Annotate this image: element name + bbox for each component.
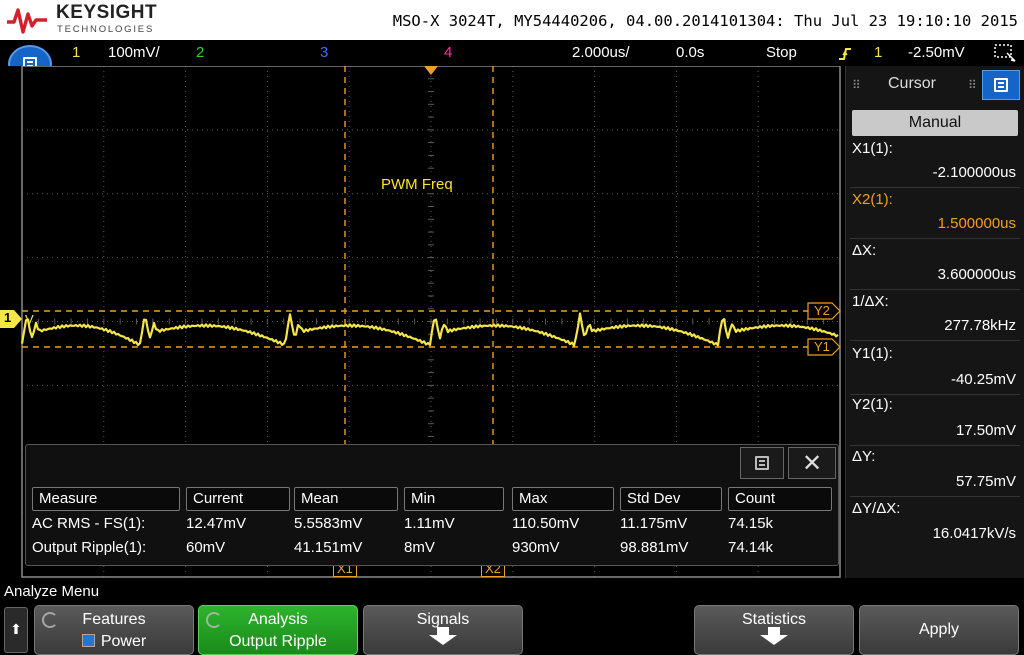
measurement-panel: ✕ Measure Current Mean Min Max Std Dev C… — [25, 444, 839, 566]
column-header-current: Current — [186, 487, 290, 511]
ch1-waveform-trace — [20, 312, 839, 347]
measure-std-dev: 11.175mV — [620, 515, 688, 532]
brand-name: KEYSIGHT — [56, 2, 158, 23]
cursor-panel-title: Cursor — [888, 75, 937, 92]
measure-max: 930mV — [512, 539, 560, 556]
divider — [850, 340, 1020, 341]
column-header-max: Max — [512, 487, 614, 511]
divider — [850, 289, 1020, 290]
ch1-marker-suffix: V — [25, 312, 34, 327]
timebase-scale[interactable]: 2.000us/ — [572, 44, 630, 61]
brand-subtitle: TECHNOLOGIES — [57, 24, 155, 35]
measure-count: 74.14k — [728, 539, 774, 556]
cursor-menu-button[interactable] — [982, 70, 1020, 100]
pwm-freq-annotation[interactable]: PWM Freq — [379, 176, 455, 193]
statistics-softkey[interactable]: Statistics — [694, 605, 854, 655]
measure-current: 12.47mV — [186, 515, 247, 532]
cursor-x2-value[interactable]: 1.500000us — [938, 215, 1016, 232]
cursor-slope-value: 16.0417kV/s — [932, 525, 1016, 542]
apply-softkey[interactable]: Apply — [859, 605, 1019, 655]
cursor-delta-x-label: ΔX: — [852, 242, 877, 259]
down-arrow-icon — [429, 627, 457, 645]
cursor-x1-label: X1(1): — [852, 140, 893, 157]
column-header-count: Count — [728, 487, 832, 511]
run-state[interactable]: Stop — [766, 44, 797, 61]
instrument-info: MSO-X 3024T, MY54440206, 04.00.201410130… — [392, 12, 1018, 30]
checkbox-icon — [81, 634, 95, 647]
cursor-delta-y-label: ΔY: — [852, 448, 876, 465]
cursor-y1-value[interactable]: -40.25mV — [951, 371, 1016, 388]
features-softkey[interactable]: Features Power — [34, 605, 194, 655]
softkey-label: Analysis — [248, 611, 308, 628]
screen-capture-icon[interactable] — [994, 44, 1018, 62]
features-value: Power — [100, 633, 147, 650]
time-delay[interactable]: 0.0s — [676, 44, 704, 61]
divider — [850, 187, 1020, 188]
drag-handle-icon[interactable]: ⠿ — [852, 78, 861, 92]
ch4-number[interactable]: 4 — [444, 44, 452, 61]
softkey-bar: ⬆ Features Power Analysis Output Ripple … — [0, 603, 1024, 655]
column-header-mean: Mean — [294, 487, 398, 511]
cursor-x2-label: X2(1): — [852, 191, 893, 208]
measure-name: Output Ripple(1): — [32, 539, 147, 556]
divider — [850, 238, 1020, 239]
title-bar: KEYSIGHT TECHNOLOGIES MSO-X 3024T, MY544… — [0, 0, 1024, 40]
cursor-y2-label: Y2(1): — [852, 396, 893, 413]
measure-current: 60mV — [186, 539, 226, 556]
divider — [850, 394, 1020, 395]
cursor-y1-label: Y1(1): — [852, 345, 893, 362]
drag-handle-icon[interactable]: ⠿ — [968, 78, 977, 92]
softkey-label: Features — [82, 611, 146, 628]
rising-edge-trigger-icon — [839, 48, 851, 60]
y2-cursor-tag[interactable]: Y2 — [811, 304, 833, 318]
signals-softkey[interactable]: Signals — [363, 605, 523, 655]
cursor-delta-y-value: 57.75mV — [955, 473, 1016, 490]
column-header-measure: Measure — [32, 487, 180, 511]
y1-cursor-tag[interactable]: Y1 — [811, 340, 833, 354]
trigger-level[interactable]: -2.50mV — [908, 44, 965, 61]
ch1-ground-marker[interactable]: 1 — [4, 310, 11, 325]
cursor-panel: ⠿ Cursor ⠿ Manual X1(1): -2.100000us X2(… — [845, 66, 1024, 578]
measure-name: AC RMS - FS(1): — [32, 515, 146, 532]
cursor-mode-button[interactable]: Manual — [852, 110, 1018, 136]
menu-icon — [994, 78, 1008, 92]
menu-title: Analyze Menu — [4, 583, 100, 600]
divider — [850, 496, 1020, 497]
status-bar: 1 100mV/ 2 3 4 2.000us/ 0.0s Stop 1 -2.5… — [0, 40, 1024, 66]
cursor-inv-delta-x-value: 277.78kHz — [944, 317, 1016, 334]
measure-count: 74.15k — [728, 515, 774, 532]
column-header-std-dev: Std Dev — [620, 487, 722, 511]
trigger-source[interactable]: 1 — [874, 44, 882, 61]
menu-back-icon[interactable]: ⬆ — [4, 607, 28, 653]
cursor-x1-value[interactable]: -2.100000us — [933, 164, 1016, 181]
cursor-y2-value[interactable]: 17.50mV — [956, 422, 1016, 439]
measure-mean: 5.5583mV — [294, 515, 363, 532]
keysight-logo-icon — [7, 8, 47, 34]
softkey-label: Apply — [918, 621, 960, 638]
measure-min: 8mV — [404, 539, 435, 556]
cursor-inv-delta-x-label: 1/ΔX: — [852, 293, 889, 310]
measurement-menu-button[interactable] — [740, 447, 784, 479]
ch1-number[interactable]: 1 — [72, 44, 80, 61]
analysis-softkey[interactable]: Analysis Output Ripple — [198, 605, 358, 655]
ch3-number[interactable]: 3 — [320, 44, 328, 61]
menu-icon — [755, 456, 769, 470]
measure-mean: 41.151mV — [294, 539, 363, 556]
column-header-min: Min — [404, 487, 504, 511]
divider — [850, 445, 1020, 446]
softkey-value: Power — [35, 633, 193, 651]
cursor-delta-x-value: 3.600000us — [937, 266, 1016, 283]
cursor-slope-label: ΔY/ΔX: — [852, 500, 901, 517]
measure-max: 110.50mV — [512, 515, 580, 532]
down-arrow-icon — [760, 627, 788, 645]
close-icon[interactable]: ✕ — [788, 447, 836, 479]
measure-min: 1.11mV — [404, 515, 455, 532]
ch2-number[interactable]: 2 — [196, 44, 204, 61]
analysis-value: Output Ripple — [229, 633, 327, 650]
measure-std-dev: 98.881mV — [620, 539, 689, 556]
ch1-scale[interactable]: 100mV/ — [108, 44, 160, 61]
